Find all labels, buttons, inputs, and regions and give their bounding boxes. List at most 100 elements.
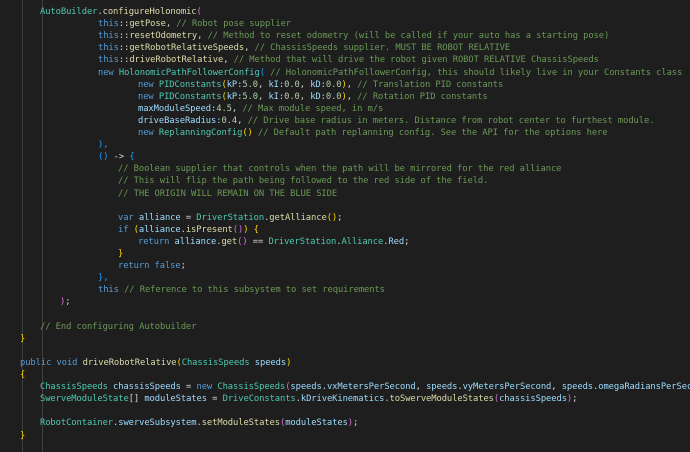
code-line[interactable]: return alliance.get() == DriverStation.A… [138, 236, 409, 248]
code-token: DriverStation [196, 212, 265, 223]
code-token: ) [286, 357, 292, 368]
code-token: 5.0 [242, 91, 259, 102]
code-token: , [244, 43, 255, 54]
code-token: () [237, 236, 248, 247]
code-token: , [237, 115, 248, 126]
code-line[interactable]: RobotContainer.swerveSubsystem.setModule… [40, 417, 358, 429]
code-token: this [98, 19, 119, 30]
code-token: new [98, 67, 119, 78]
code-token: } [20, 333, 26, 344]
code-token: void [56, 357, 83, 368]
code-editor[interactable]: AutoBuilder.configureHolonomic(this::get… [0, 0, 690, 452]
code-token: isPresent [185, 224, 233, 235]
code-token: , [346, 91, 358, 102]
code-token: :: [118, 31, 130, 42]
code-token: 0.0 [325, 79, 342, 90]
code-token: () [326, 212, 338, 223]
code-line[interactable]: ), [98, 139, 109, 151]
code-line[interactable]: // Boolean supplier that controls when t… [118, 163, 561, 175]
code-line[interactable]: // THE ORIGIN WILL REMAIN ON THE BLUE SI… [118, 188, 337, 200]
code-token: } [20, 430, 26, 441]
code-line[interactable]: new PIDConstants(kP:5.0, kI:0.0, kD:0.0)… [138, 91, 488, 103]
code-token: , [223, 55, 234, 66]
code-token: ; [65, 297, 71, 308]
code-token: :: [118, 43, 130, 54]
code-token: ; [404, 236, 410, 247]
code-token: // HolonomicPathFollowerConfig, this sho… [270, 67, 683, 78]
code-token: -> [108, 152, 130, 163]
code-token: ChassisSpeeds [217, 382, 286, 393]
code-token: new [138, 91, 159, 102]
code-token: , [415, 382, 427, 393]
code-token: // Max module speed, in m/s [242, 103, 384, 114]
code-token: getPose [129, 19, 166, 30]
code-line[interactable]: ChassisSpeeds chassisSpeeds = new Chassi… [40, 381, 690, 393]
code-token: get [221, 236, 238, 247]
code-token: PIDConstants [158, 91, 222, 102]
code-token: kP: [226, 91, 243, 102]
code-token: , [165, 19, 177, 30]
code-token: this [98, 31, 119, 42]
code-line[interactable]: } [20, 430, 25, 442]
code-line[interactable]: } [118, 248, 123, 260]
code-token: chassisSpeeds [499, 394, 567, 405]
code-token: var [118, 212, 139, 223]
code-token: alliance [138, 212, 181, 223]
code-line[interactable]: () -> { [98, 151, 135, 163]
code-token: toSwerveModuleStates [389, 394, 494, 405]
code-line[interactable]: AutoBuilder.configureHolonomic( [40, 6, 202, 18]
code-token: return [138, 236, 175, 247]
code-line[interactable]: new PIDConstants(kP:5.0, kI:0.0, kD:0.0)… [138, 79, 503, 91]
code-line[interactable]: // This will flip the path being followe… [118, 175, 488, 187]
code-token: kD: [310, 79, 326, 90]
code-token: DriverStation [268, 236, 337, 247]
code-token: 0.0 [284, 79, 300, 90]
code-token: HolonomicPathFollowerConfig [118, 67, 260, 78]
code-token: , [197, 31, 208, 42]
code-line[interactable]: var alliance = DriverStation.getAlliance… [118, 212, 342, 224]
code-token: chassisSpeeds [113, 382, 181, 393]
code-line[interactable]: }, [98, 272, 109, 284]
code-line[interactable]: public void driveRobotRelative(ChassisSp… [20, 357, 291, 369]
code-line[interactable]: ); [60, 296, 71, 308]
code-line[interactable]: new ReplanningConfig() // Default path r… [138, 127, 608, 139]
code-token: RobotContainer [40, 418, 114, 429]
code-line[interactable]: driveBaseRadius:0.4, // Drive base radiu… [138, 115, 655, 127]
code-line[interactable]: this::driveRobotRelative, // Method that… [98, 54, 599, 66]
code-token: // Rotation PID constants [357, 91, 488, 102]
code-token: return [118, 261, 155, 272]
code-token: omegaRadiansPerSecond [598, 382, 690, 393]
code-line[interactable]: } [20, 333, 25, 345]
code-token: () [98, 152, 109, 163]
code-token: 5.0 [242, 79, 259, 90]
code-token: moduleStates [144, 394, 207, 405]
code-token: driveRobotRelative [82, 357, 177, 368]
code-token: public [20, 357, 57, 368]
code-token: ; [353, 418, 359, 429]
code-token: speeds [426, 382, 458, 393]
code-line[interactable]: this::resetOdometry, // Method to reset … [98, 30, 609, 42]
code-token: getAlliance [269, 212, 327, 223]
code-token: // ChassisSpeeds supplier. MUST BE ROBOT… [254, 43, 511, 54]
code-token: , [258, 91, 269, 102]
code-line[interactable]: new HolonomicPathFollowerConfig( // Holo… [98, 67, 682, 79]
code-token: ( [196, 7, 202, 17]
code-token: moduleStates [285, 418, 348, 429]
code-token: , [258, 79, 269, 90]
code-line[interactable]: { [20, 369, 25, 381]
code-token: }, [98, 273, 109, 284]
code-line[interactable]: maxModuleSpeed:4.5, // Max module speed,… [138, 103, 383, 115]
code-line[interactable]: // End configuring Autobuilder [40, 321, 197, 333]
code-line[interactable]: this::getPose, // Robot pose supplier [98, 18, 291, 30]
code-line[interactable]: return false; [118, 260, 186, 272]
code-line[interactable]: SwerveModuleState[] moduleStates = Drive… [40, 393, 577, 405]
code-token: 0.0 [325, 91, 342, 102]
code-line[interactable]: this // Reference to this subsystem to s… [98, 284, 385, 296]
code-token: , [299, 91, 311, 102]
code-token: = [206, 394, 223, 405]
code-line[interactable]: if (alliance.isPresent()) { [118, 224, 259, 236]
code-token: new [196, 382, 218, 393]
code-line[interactable]: this::getRobotRelativeSpeeds, // Chassis… [98, 42, 510, 54]
code-token: = [180, 212, 197, 223]
code-token: AutoBuilder [40, 7, 98, 17]
